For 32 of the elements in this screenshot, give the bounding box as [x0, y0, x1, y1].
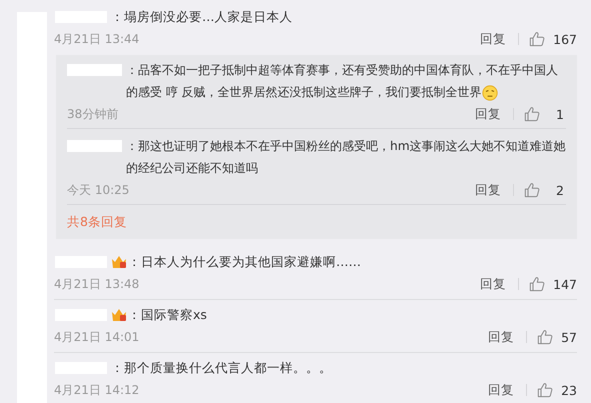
- thumbs-up-icon[interactable]: [537, 382, 553, 398]
- reply-text: ：那这也证明了她根本不在乎中国粉丝的感受吧，hm这事闹这么大她不知道难道她的经纪公司还能不知道吗: [126, 139, 566, 175]
- comment-time: 4月21日 14:12: [54, 382, 140, 398]
- reply-link[interactable]: 回复: [480, 276, 506, 292]
- reply-link[interactable]: 回复: [488, 382, 514, 398]
- comment-time: 4月21日 13:44: [54, 30, 140, 48]
- thumbs-up-icon[interactable]: [529, 31, 546, 47]
- thumbs-up-icon[interactable]: [537, 329, 553, 345]
- comment-time: 4月21日 13:48: [54, 276, 140, 292]
- reply-text: ：品客不如一把子抵制中超等体育赛事，还有受赞助的中国体育队，不在乎中国人的感受 哼 反贼，全世界居然还没抵制这些牌子，我们要抵制全世界: [126, 63, 558, 99]
- comment-text: ：塌房倒没必要…人家是日本人: [111, 8, 292, 26]
- redacted-username: [67, 140, 122, 152]
- reply-time: 今天 10:25: [67, 182, 130, 198]
- like-count: 2: [555, 182, 564, 198]
- thumbs-up-icon[interactable]: [524, 106, 540, 122]
- like-count: 147: [553, 276, 577, 292]
- reply-link[interactable]: 回复: [475, 106, 501, 122]
- like-count: 1: [555, 106, 564, 122]
- comment-text: ：国际警察xs: [128, 306, 207, 324]
- reply-link[interactable]: 回复: [488, 328, 514, 346]
- like-count: 57: [561, 330, 577, 344]
- comment-text: ：那个质量换什么代言人都一样。。。: [111, 360, 332, 376]
- redacted-username: [67, 64, 122, 76]
- thumbs-up-icon[interactable]: [529, 276, 546, 292]
- reply-link[interactable]: 回复: [475, 182, 501, 198]
- thumbs-up-icon[interactable]: [524, 182, 540, 198]
- like-count: 167: [553, 32, 577, 46]
- reply-link[interactable]: 回复: [480, 30, 506, 48]
- comment-text: ：日本人为什么要为其他国家避嫌啊……: [128, 254, 361, 270]
- reply-time: 38分钟前: [67, 106, 118, 122]
- comment-time: 4月21日 14:01: [54, 328, 140, 346]
- like-count: 23: [561, 382, 577, 398]
